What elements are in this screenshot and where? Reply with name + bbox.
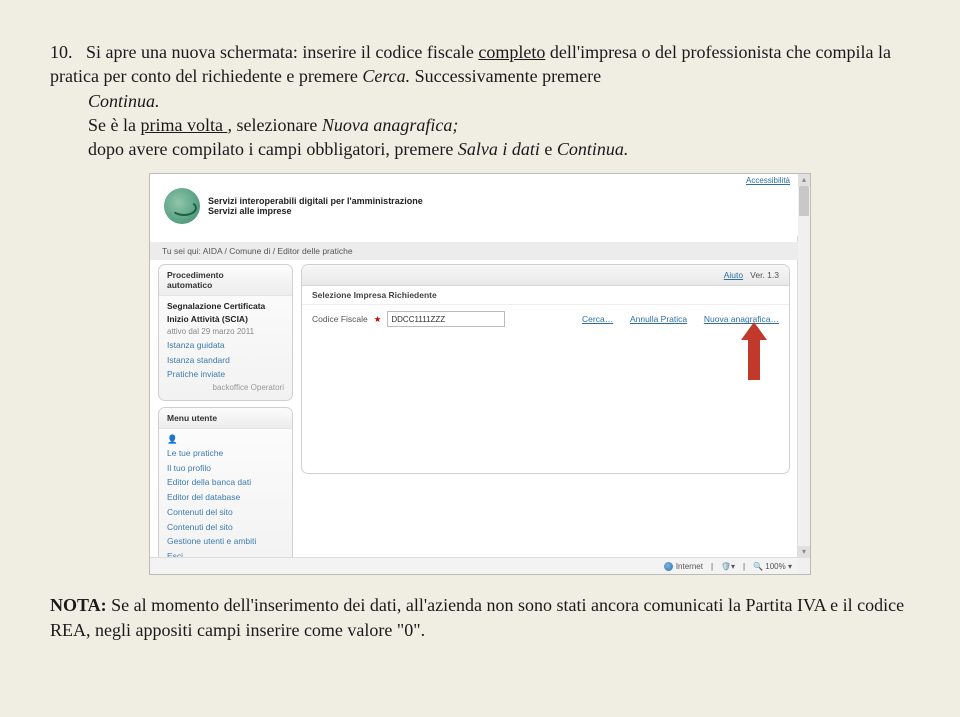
- scroll-thumb[interactable]: [799, 186, 809, 216]
- brand-text: Servizi interoperabili digitali per l'am…: [208, 196, 423, 218]
- globe-icon: [664, 562, 673, 571]
- menu-item[interactable]: Contenuti del sito: [167, 505, 284, 520]
- sidebar-date: attivo dal 29 marzo 2011: [167, 326, 284, 338]
- nota-text: Se al momento dell'inserimento dei dati,…: [50, 595, 904, 639]
- header-area: Accessibilità Servizi interoperabili dig…: [150, 174, 798, 236]
- vertical-scrollbar[interactable]: ▴ ▾: [797, 174, 810, 574]
- menu-item[interactable]: Editor della banca dati: [167, 475, 284, 490]
- sidebar-box-procedimento: Procedimento automatico Segnalazione Cer…: [158, 264, 293, 401]
- internet-zone: Internet: [664, 562, 703, 571]
- main-table: Aiuto Ver. 1.3 Selezione Impresa Richied…: [301, 264, 790, 474]
- section-row: Selezione Impresa Richiedente: [302, 286, 789, 305]
- sidebar-header: Menu utente: [159, 408, 292, 429]
- sidebar: Procedimento automatico Segnalazione Cer…: [158, 264, 293, 558]
- protected-mode-icon: 🛡️▾: [721, 562, 735, 571]
- form-row: Codice Fiscale ★ Cerca… Annulla Pratica …: [302, 305, 789, 333]
- help-link[interactable]: Aiuto: [724, 270, 743, 280]
- sidebar-item[interactable]: Pratiche inviate: [167, 367, 284, 382]
- menu-item[interactable]: Il tuo profilo: [167, 461, 284, 476]
- accessibility-link[interactable]: Accessibilità: [746, 176, 790, 185]
- brand-logo: Servizi interoperabili digitali per l'am…: [164, 188, 423, 224]
- status-sep: |: [743, 562, 745, 571]
- status-bar: Internet | 🛡️▾ | 🔍 100% ▾: [150, 557, 798, 574]
- main-panel: Aiuto Ver. 1.3 Selezione Impresa Richied…: [301, 264, 790, 558]
- annulla-link[interactable]: Annulla Pratica: [630, 314, 687, 324]
- zoom-label[interactable]: 🔍 100% ▾: [753, 562, 792, 571]
- logo-icon: [164, 188, 200, 224]
- status-sep: |: [711, 562, 713, 571]
- instruction-paragraph: 10.Si apre una nuova schermata: inserire…: [50, 40, 910, 161]
- table-header: Aiuto Ver. 1.3: [302, 265, 789, 286]
- scroll-up-icon[interactable]: ▴: [798, 174, 810, 186]
- sidebar-item[interactable]: Istanza standard: [167, 353, 284, 368]
- nota-lead: NOTA:: [50, 595, 107, 615]
- scroll-down-icon[interactable]: ▾: [798, 546, 810, 558]
- menu-item[interactable]: Gestione utenti e ambiti: [167, 534, 284, 549]
- menu-item[interactable]: Le tue pratiche: [167, 446, 284, 461]
- menu-item[interactable]: Contenuti del sito: [167, 520, 284, 535]
- list-number: 10.: [50, 40, 86, 64]
- sidebar-backoffice[interactable]: backoffice Operatori: [167, 382, 284, 394]
- version-label: Ver. 1.3: [750, 270, 779, 280]
- sidebar-item[interactable]: Istanza guidata: [167, 338, 284, 353]
- breadcrumb: Tu sei qui: AIDA / Comune di / Editor de…: [150, 242, 798, 260]
- callout-arrow-icon: [744, 322, 766, 382]
- embedded-screenshot: ▴ ▾ Accessibilità Servizi interoperabili…: [149, 173, 811, 575]
- sidebar-scia-label: Segnalazione Certificata Inizio Attività…: [167, 301, 265, 324]
- sidebar-header: Procedimento automatico: [159, 265, 292, 296]
- cf-label: Codice Fiscale: [312, 314, 368, 324]
- sidebar-box-menu: Menu utente 👤 Le tue pratiche Il tuo pro…: [158, 407, 293, 571]
- codice-fiscale-input[interactable]: [387, 311, 505, 327]
- cerca-link[interactable]: Cerca…: [582, 314, 613, 324]
- nota-paragraph: NOTA: Se al momento dell'inserimento dei…: [50, 593, 910, 642]
- content-body: Procedimento automatico Segnalazione Cer…: [150, 264, 798, 558]
- menu-item[interactable]: Editor del database: [167, 490, 284, 505]
